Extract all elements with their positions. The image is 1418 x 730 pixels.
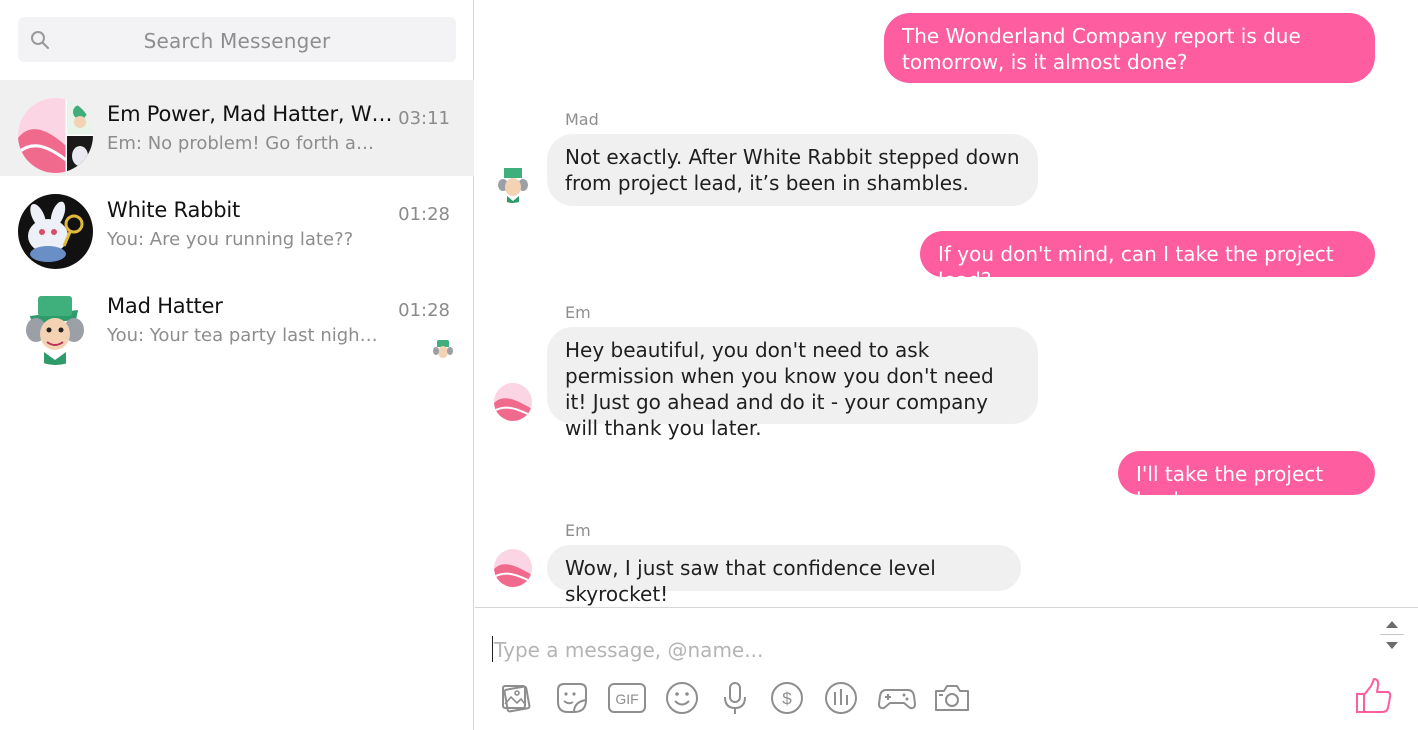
outgoing-message: The Wonderland Company report is due tom…	[884, 13, 1375, 83]
conversation-name: Mad Hatter	[107, 294, 223, 318]
em-message-avatar	[494, 549, 532, 587]
conversation-time: 01:28	[398, 204, 450, 225]
incoming-message: Hey beautiful, you don't need to ask per…	[547, 327, 1038, 440]
white-rabbit-avatar	[18, 194, 93, 269]
conversation-snippet: You: Are you running late??	[107, 229, 354, 250]
message-sender-name: Mad	[565, 110, 599, 129]
conversation-time: 01:28	[398, 300, 450, 321]
message-sender-name: Em	[565, 521, 591, 540]
conversation-name: Em Power, Mad Hatter, White Rabbit	[107, 102, 403, 126]
outgoing-message: I'll take the project lead.	[1118, 451, 1375, 512]
seen-indicator-avatar	[432, 339, 454, 361]
text-cursor	[492, 636, 493, 662]
group-avatar	[18, 98, 93, 173]
svg-text:GIF: GIF	[615, 691, 638, 707]
incoming-message: Wow, I just saw that confidence level sk…	[547, 545, 1021, 606]
poll-icon[interactable]	[821, 678, 861, 718]
gif-icon[interactable]: GIF	[607, 678, 647, 718]
mad-hatter-avatar	[18, 290, 93, 365]
em-message-avatar	[494, 383, 532, 421]
conversation-item-mad-hatter[interactable]: Mad Hatter 01:28 You: Your tea party las…	[0, 272, 474, 368]
sticker-icon[interactable]	[552, 678, 592, 718]
camera-icon[interactable]	[932, 678, 972, 718]
conversation-snippet: Em: No problem! Go forth and conquer	[107, 133, 382, 154]
conversation-snippet: You: Your tea party last night was great	[107, 325, 382, 346]
messenger-app: Search Messenger Em Power, Mad Hatter, W…	[0, 0, 1418, 730]
scrollbar-divider	[1380, 634, 1404, 635]
microphone-icon[interactable]	[715, 678, 755, 718]
conversation-item-white-rabbit[interactable]: White Rabbit 01:28 You: Are you running …	[0, 176, 474, 272]
conversation-name: White Rabbit	[107, 198, 241, 222]
search-placeholder: Search Messenger	[143, 29, 331, 53]
outgoing-message: If you don't mind, can I take the projec…	[920, 231, 1375, 292]
game-icon[interactable]	[877, 678, 917, 718]
mad-hatter-message-avatar	[494, 165, 532, 203]
svg-text:$: $	[782, 689, 792, 708]
message-composer: Type a message, @name... GIF $	[475, 607, 1418, 730]
thumbs-up-icon[interactable]	[1354, 676, 1394, 716]
incoming-message: Not exactly. After White Rabbit stepped …	[547, 134, 1038, 206]
scroll-down-arrow[interactable]	[1383, 638, 1401, 654]
payment-icon[interactable]: $	[767, 678, 807, 718]
conversation-item-group[interactable]: Em Power, Mad Hatter, White Rabbit 03:11…	[0, 80, 474, 176]
image-icon[interactable]	[497, 678, 537, 718]
conversation-sidebar: Search Messenger Em Power, Mad Hatter, W…	[0, 0, 474, 730]
scroll-up-arrow[interactable]	[1383, 616, 1401, 632]
search-input[interactable]: Search Messenger	[18, 17, 456, 62]
message-input[interactable]: Type a message, @name...	[494, 638, 763, 662]
emoji-icon[interactable]	[662, 678, 702, 718]
message-sender-name: Em	[565, 303, 591, 322]
conversation-time: 03:11	[398, 108, 450, 129]
